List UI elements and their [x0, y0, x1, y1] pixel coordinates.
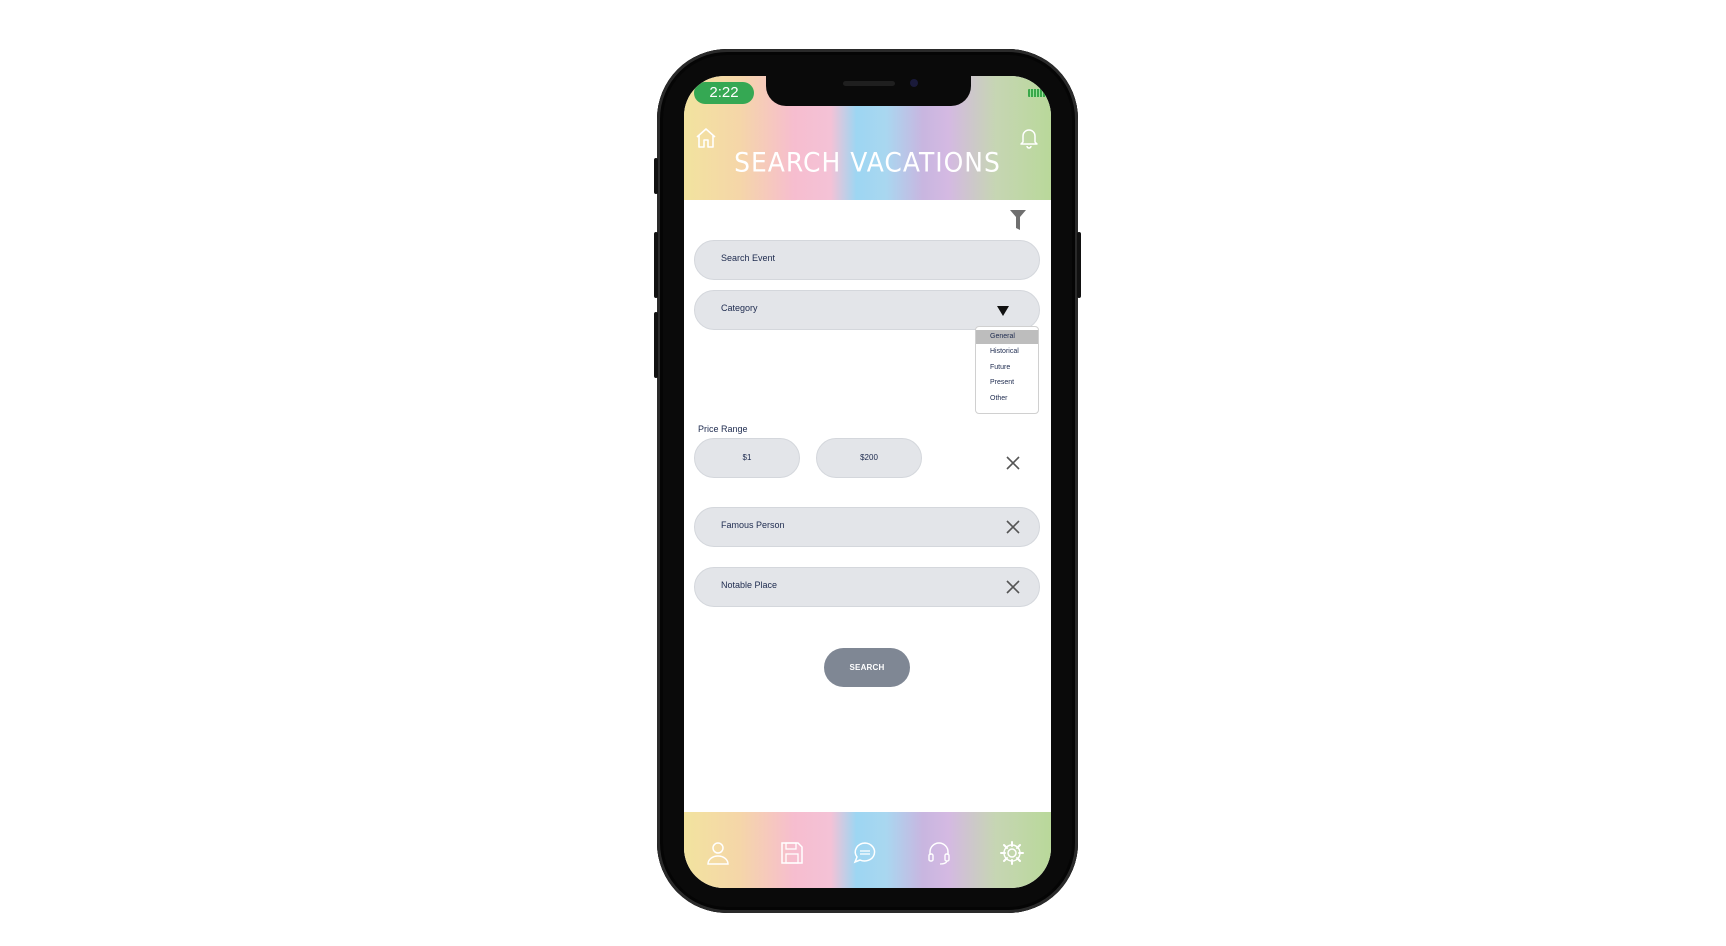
category-option-other[interactable]: Other	[976, 392, 1038, 406]
filter-icon[interactable]	[1009, 209, 1027, 231]
clear-notable-place-icon[interactable]	[1005, 579, 1021, 595]
category-label: Category	[721, 303, 758, 313]
header-bar: 2:22 SEARCH VACATIONS	[684, 76, 1051, 200]
save-icon[interactable]	[779, 840, 805, 866]
search-button[interactable]: SEARCH	[824, 648, 910, 687]
category-option-present[interactable]: Present	[976, 376, 1038, 390]
support-headset-icon[interactable]	[926, 840, 952, 866]
front-camera	[910, 79, 918, 87]
volume-up-button	[654, 232, 658, 298]
clear-price-icon[interactable]	[1005, 455, 1021, 471]
chat-icon[interactable]	[852, 840, 878, 866]
page-title: SEARCH VACATIONS	[734, 147, 1001, 178]
notable-place-label: Notable Place	[721, 580, 778, 590]
category-dropdown-menu: General Historical Future Present Other	[975, 326, 1039, 414]
status-time: 2:22	[694, 82, 754, 104]
category-option-future[interactable]: Future	[976, 361, 1038, 375]
category-option-general[interactable]: General	[976, 330, 1038, 344]
profile-icon[interactable]	[705, 840, 731, 866]
earpiece-speaker	[843, 81, 895, 86]
clear-famous-person-icon[interactable]	[1005, 519, 1021, 535]
bottom-nav-bar	[684, 812, 1051, 888]
app-screen: 2:22 SEARCH VACATIONS Search Event Categ…	[684, 76, 1051, 888]
category-option-historical[interactable]: Historical	[976, 345, 1038, 359]
bell-icon[interactable]	[1017, 125, 1041, 149]
famous-person-input[interactable]: Famous Person	[694, 507, 1040, 547]
notch	[766, 76, 971, 106]
search-event-placeholder: Search Event	[721, 253, 776, 263]
category-select[interactable]: Category	[694, 290, 1040, 330]
volume-down-button	[654, 312, 658, 378]
price-range-label: Price Range	[698, 424, 748, 434]
search-event-input[interactable]: Search Event	[694, 240, 1040, 280]
battery-icon	[1028, 89, 1048, 97]
dropdown-arrow-icon[interactable]	[997, 306, 1009, 316]
mute-switch	[654, 158, 658, 194]
settings-gear-icon[interactable]	[999, 840, 1025, 866]
price-max-input[interactable]: $200	[816, 438, 922, 478]
notable-place-input[interactable]: Notable Place	[694, 567, 1040, 607]
power-button	[1077, 232, 1081, 298]
price-min-input[interactable]: $1	[694, 438, 800, 478]
famous-person-label: Famous Person	[721, 520, 785, 530]
